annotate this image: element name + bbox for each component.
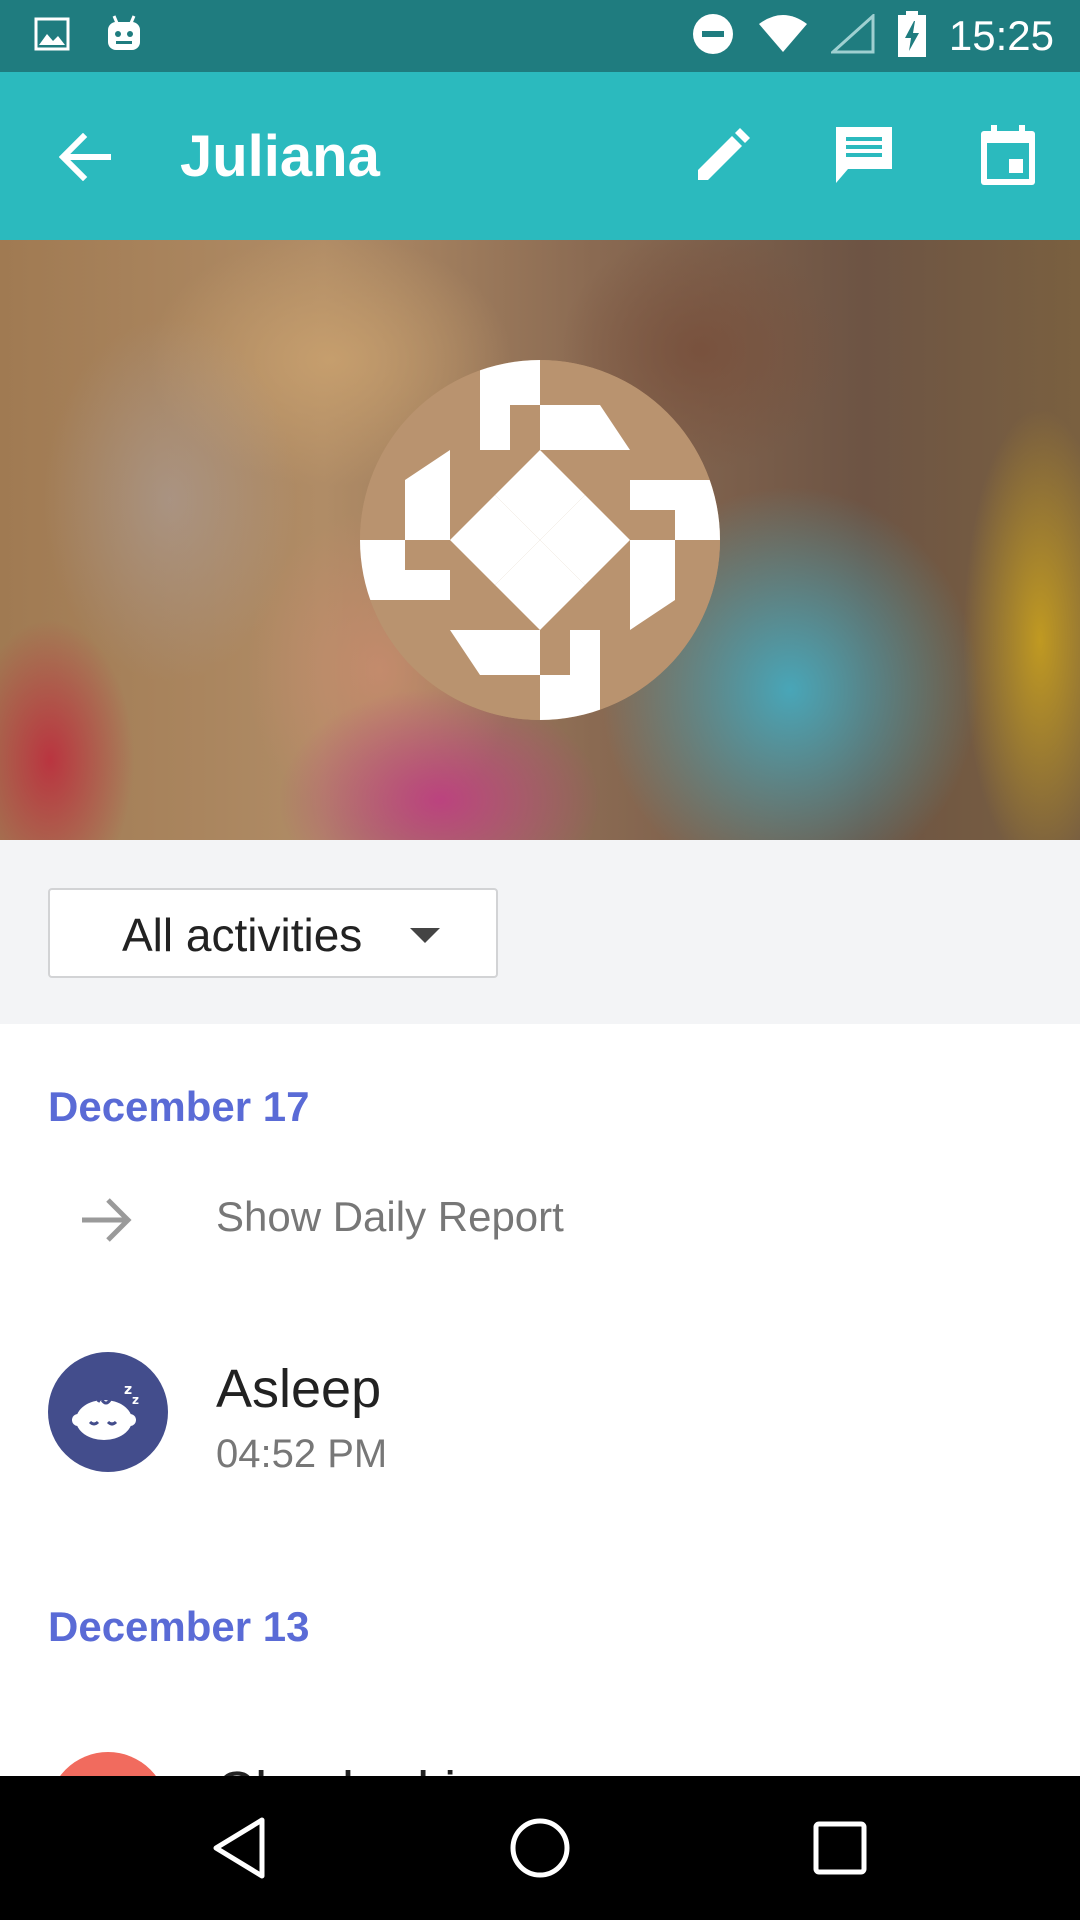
recents-nav-icon[interactable] <box>800 1808 880 1888</box>
show-daily-report-link[interactable]: Show Daily Report <box>0 1180 1080 1252</box>
show-daily-report-label: Show Daily Report <box>216 1193 564 1240</box>
message-icon[interactable] <box>826 118 902 194</box>
back-nav-icon[interactable] <box>200 1808 280 1888</box>
svg-text:z: z <box>132 1393 139 1407</box>
activity-filter-dropdown[interactable]: All activities <box>48 888 498 978</box>
activity-name: Asleep <box>216 1359 382 1419</box>
date-header: December 13 <box>48 1603 310 1650</box>
signal-icon <box>828 12 875 59</box>
calendar-icon[interactable] <box>970 118 1046 194</box>
avatar[interactable] <box>360 360 720 720</box>
battery-charging-icon <box>897 10 927 62</box>
image-icon <box>34 17 70 56</box>
activity-time: 04:52 PM <box>216 1432 388 1476</box>
home-nav-icon[interactable] <box>500 1808 580 1888</box>
clock: 15:25 <box>948 12 1054 59</box>
list-item[interactable]: z z Asleep 04:52 PM <box>0 1350 1080 1480</box>
edit-icon[interactable] <box>684 118 760 194</box>
chevron-down-icon <box>410 928 440 943</box>
android-icon <box>106 14 142 59</box>
arrow-back-icon[interactable] <box>50 122 120 192</box>
filter-bar: All activities <box>0 840 1080 1024</box>
page-title: Juliana <box>180 124 380 189</box>
arrow-forward-icon <box>76 1190 136 1250</box>
do-not-disturb-icon <box>691 12 735 61</box>
date-header: December 17 <box>48 1083 310 1130</box>
activity-filter-label: All activities <box>122 909 363 961</box>
app-bar: Juliana <box>0 72 1080 240</box>
status-bar: 15:25 <box>0 0 1080 72</box>
system-nav-bar <box>0 1776 1080 1920</box>
sleeping-baby-icon: z z <box>48 1352 168 1472</box>
svg-text:z: z <box>124 1382 132 1398</box>
wifi-icon <box>757 14 809 59</box>
